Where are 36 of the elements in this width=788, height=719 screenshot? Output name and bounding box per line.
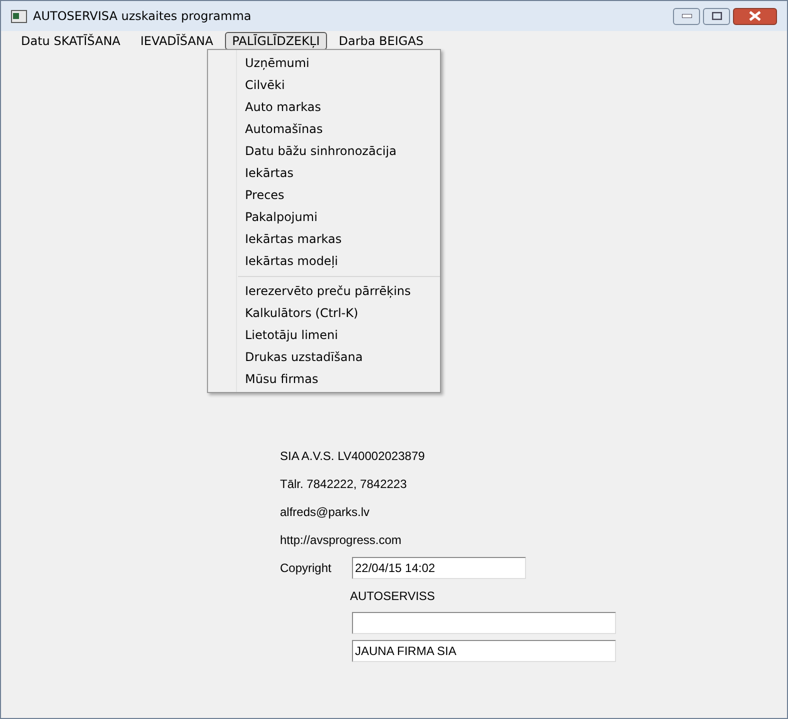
menu-item[interactable]: PALĪGLĪDZEKĻI [225,32,327,50]
info-text: http://avsprogress.com [280,532,402,549]
window-title: AUTOSERVISA uzskaites programma [33,8,252,25]
close-icon [749,11,761,21]
info-text: alfreds@parks.lv [280,504,370,521]
dropdown-item[interactable]: Kalkulātors (Ctrl-K) [208,302,440,324]
minimize-icon [682,14,692,18]
input-field[interactable]: JAUNA FIRMA SIA [352,640,616,662]
app-icon [11,10,27,22]
dropdown-item[interactable]: Iekārtas modeļi [208,250,440,272]
info-text: Tālr. 7842222, 7842223 [280,476,407,493]
close-button[interactable] [733,8,777,24]
maximize-button[interactable] [703,8,730,24]
menu-item[interactable]: IEVADĪŠANA [130,32,224,50]
dropdown-item[interactable]: Auto markas [208,96,440,118]
info-text: SIA A.V.S. LV40002023879 [280,448,425,465]
copyright-label: Copyright [280,560,332,577]
dropdown-item[interactable]: Ierezervēto preču pārrēķins [208,280,440,302]
dropdown-item[interactable]: Iekārtas [208,162,440,184]
dropdown-item[interactable]: Datu bāžu sinhronozācija [208,140,440,162]
dropdown-item[interactable]: Automašīnas [208,118,440,140]
input-field[interactable] [352,612,616,634]
dropdown-item[interactable]: Cilvēki [208,74,440,96]
menu-item[interactable]: Darba BEIGAS [328,32,434,50]
menu-item[interactable]: Datu SKATĪŠANA [11,32,130,50]
dropdown-item[interactable]: Drukas uzstadīšana [208,346,440,368]
product-name: AUTOSERVISS [350,588,435,605]
copyright-field[interactable]: 22/04/15 14:02 [352,557,526,579]
maximize-icon [712,12,722,20]
dropdown-item[interactable]: Uzņēmumi [208,52,440,74]
dropdown-item[interactable]: Iekārtas markas [208,228,440,250]
minimize-button[interactable] [673,8,700,24]
dropdown-item[interactable]: Mūsu firmas [208,368,440,390]
dropdown-item[interactable]: Preces [208,184,440,206]
dropdown-item[interactable]: Pakalpojumi [208,206,440,228]
dropdown-item[interactable]: Lietotāju limeni [208,324,440,346]
